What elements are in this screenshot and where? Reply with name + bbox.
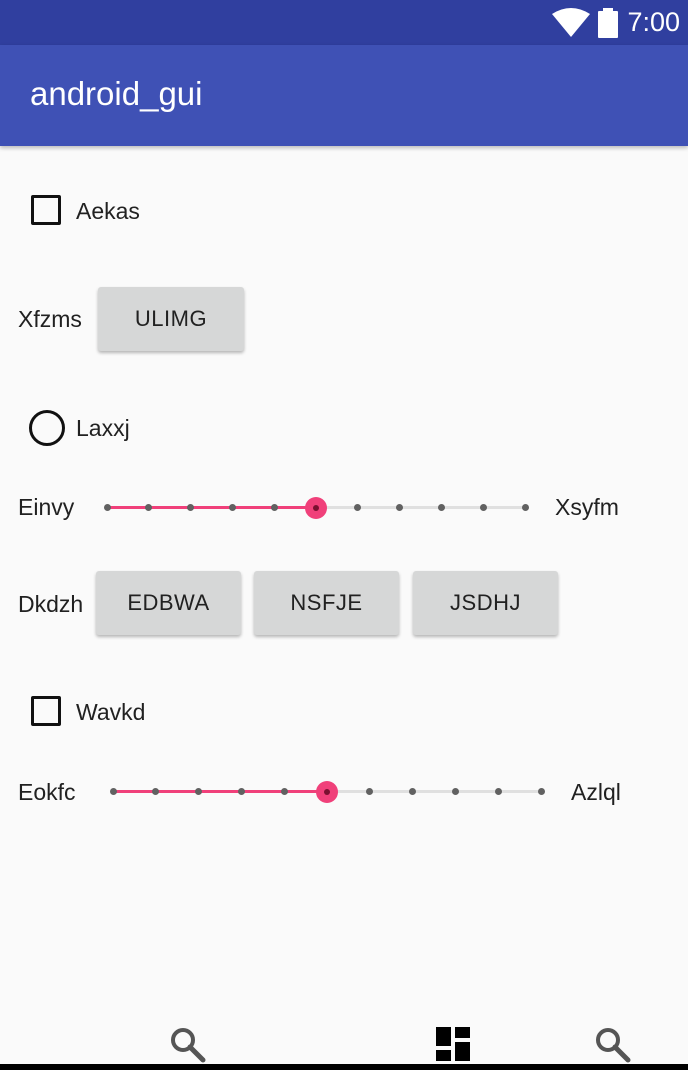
system-nav-line	[0, 1064, 688, 1070]
wavkd-checkbox[interactable]	[31, 696, 61, 726]
seekbar-tick	[280, 788, 288, 795]
xfzms-label: Xfzms	[18, 306, 82, 332]
seekbar-tick	[109, 788, 117, 795]
status-time: 7:00	[627, 7, 680, 37]
seekbar-tick	[270, 504, 278, 511]
seekbar-tick	[366, 788, 374, 795]
seekbar-tick	[494, 788, 502, 795]
app-bar: android_gui	[0, 45, 688, 146]
seekbar-thumb[interactable]	[305, 497, 327, 519]
edbwa-button[interactable]: EDBWA	[96, 571, 241, 635]
seekbar-tick	[187, 504, 195, 511]
ulimg-button[interactable]: ULIMG	[98, 287, 244, 351]
wifi-icon	[552, 8, 590, 37]
seekbar-tick	[409, 788, 417, 795]
seekbar-tick	[479, 504, 487, 511]
seekbar-tick	[145, 504, 153, 511]
nsfje-button[interactable]: NSFJE	[254, 571, 399, 635]
seekbar-tick	[521, 504, 529, 511]
seekbar-tick	[228, 504, 236, 511]
seekbar-tick	[103, 504, 111, 511]
seekbar-tick	[152, 788, 160, 795]
battery-icon	[598, 8, 618, 38]
jsdhj-button[interactable]: JSDHJ	[413, 571, 558, 635]
seekbar-tick	[396, 504, 404, 511]
wavkd-checkbox-label: Wavkd	[76, 699, 146, 725]
seekbar-tick	[354, 504, 362, 511]
azlql-label: Azlql	[571, 779, 621, 805]
aekas-checkbox[interactable]	[31, 195, 61, 225]
seekbar-thumb[interactable]	[316, 781, 338, 803]
bottom-navigation	[0, 1000, 688, 1070]
seekbar-tick	[195, 788, 203, 795]
seekbar-tick	[537, 788, 545, 795]
eokfc-seekbar[interactable]	[101, 777, 553, 807]
app-title: android_gui	[30, 75, 203, 112]
seekbar-tick	[451, 788, 459, 795]
search-icon[interactable]	[595, 1027, 631, 1063]
laxxj-radio[interactable]	[29, 410, 65, 446]
einvy-label: Einvy	[18, 494, 75, 520]
seekbar-progress	[113, 790, 327, 793]
aekas-checkbox-label: Aekas	[76, 198, 140, 224]
seekbar-progress	[107, 506, 316, 509]
einvy-seekbar[interactable]	[95, 493, 537, 523]
eokfc-label: Eokfc	[18, 779, 76, 805]
dashboard-icon[interactable]	[436, 1027, 472, 1061]
search-icon[interactable]	[170, 1027, 206, 1063]
xsyfm-label: Xsyfm	[555, 494, 619, 520]
seekbar-tick	[237, 788, 245, 795]
status-bar: 7:00	[0, 0, 688, 45]
dkdzh-label: Dkdzh	[18, 591, 84, 617]
seekbar-tick	[437, 504, 445, 511]
laxxj-radio-label: Laxxj	[76, 415, 130, 441]
